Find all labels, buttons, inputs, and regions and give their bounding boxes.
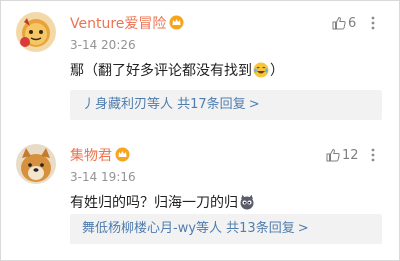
cartoon-mascot-icon (16, 12, 56, 52)
like-button[interactable]: 6 (332, 16, 356, 34)
avatar[interactable] (16, 12, 56, 52)
username-text[interactable]: 集物君 (70, 148, 112, 164)
comment-text-body: 有姓归的吗？归海一刀的归 (70, 195, 238, 211)
like-button[interactable]: 12 (326, 148, 359, 166)
vip-crown-badge-icon (115, 147, 130, 162)
username-text[interactable]: Venture爱冒险 (70, 16, 166, 32)
vertical-dots-icon[interactable] (368, 148, 378, 162)
comment-text: 鄢（翻了好多评论都没有找到 ） (70, 60, 284, 80)
thumbs-up-icon (326, 148, 340, 162)
comment-text: 有姓归的吗？归海一刀的归 (70, 192, 256, 212)
vip-crown-badge-icon (169, 15, 184, 30)
laughing-tears-emoji (253, 62, 269, 78)
like-count: 12 (342, 148, 359, 163)
comment-time: 3-14 20:26 (70, 38, 136, 52)
comment-text-tail: ） (270, 63, 284, 79)
chevron-right-icon: > (248, 97, 260, 112)
like-count: 6 (348, 16, 357, 31)
comment-text-body: 鄢（翻了好多评论都没有找到 (70, 63, 252, 79)
reply-summary[interactable]: 丿身藏利刃等人 共17条回复 > (70, 90, 382, 120)
reply-summary[interactable]: 舞低杨柳楼心月-wy等人 共13条回复 > (70, 214, 382, 244)
username[interactable]: Venture爱冒险 (70, 13, 184, 33)
dog-avatar-icon (16, 144, 56, 184)
avatar[interactable] (16, 144, 56, 184)
chevron-right-icon: > (297, 221, 309, 236)
reply-summary-text[interactable]: 丿身藏利刃等人 共17条回复 (82, 97, 246, 112)
reply-summary-text[interactable]: 舞低杨柳楼心月-wy等人 共13条回复 (82, 221, 295, 236)
username[interactable]: 集物君 (70, 145, 130, 165)
thumbs-up-icon (332, 16, 346, 30)
cat-face-emoji (240, 194, 254, 210)
comment-time: 3-14 19:16 (70, 170, 136, 184)
vertical-dots-icon[interactable] (368, 16, 378, 30)
